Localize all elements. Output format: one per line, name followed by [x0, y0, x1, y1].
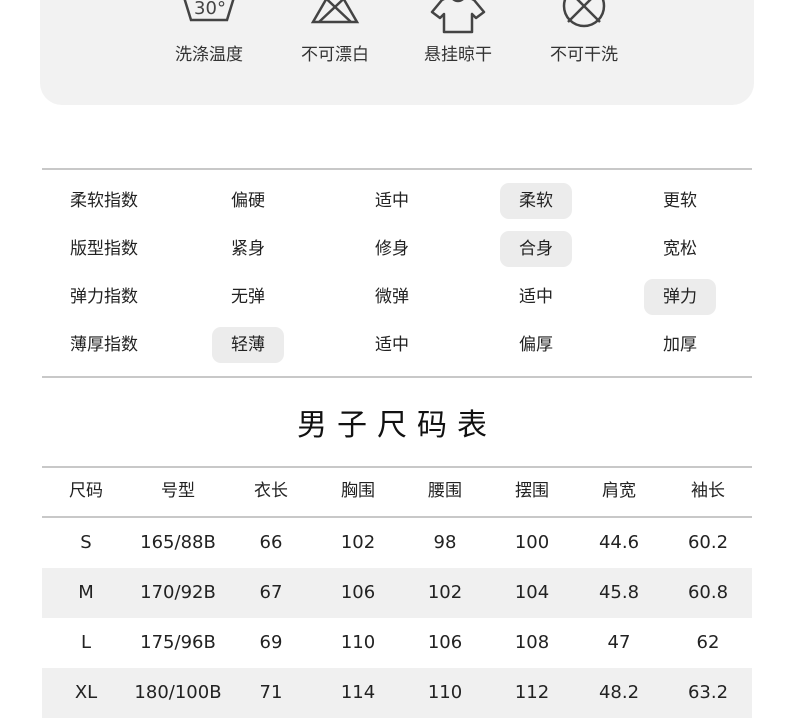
attribute-name: 版型指数 — [70, 239, 138, 259]
table-cell: 62 — [696, 632, 720, 653]
table-row: XL 180/100B 71 114 110 112 48.2 63.2 — [42, 668, 752, 718]
attribute-option: 偏硬 — [231, 191, 265, 211]
header-cell: 摆围 — [515, 481, 549, 501]
header-cell: 肩宽 — [602, 481, 636, 501]
size-table: 尺码 号型 衣长 胸围 腰围 摆围 肩宽 袖长 S 165/88B 66 102… — [42, 466, 752, 718]
care-label-wash: 洗涤温度 — [175, 45, 243, 65]
table-cell: 110 — [340, 632, 376, 653]
attribute-option: 加厚 — [663, 335, 697, 355]
attribute-option-selected: 轻薄 — [212, 327, 284, 363]
table-cell: 106 — [427, 632, 463, 653]
size-table-header: 尺码 号型 衣长 胸围 腰围 摆围 肩宽 袖长 — [42, 466, 752, 518]
table-cell: 102 — [427, 582, 463, 603]
attributes-bottom-rule — [42, 376, 752, 378]
table-row: L 175/96B 69 110 106 108 47 62 — [42, 618, 752, 668]
wash-temp-badge: 30° — [194, 0, 226, 19]
attribute-name: 薄厚指数 — [70, 335, 138, 355]
table-cell: 170/92B — [140, 582, 216, 603]
no-bleach-icon — [310, 0, 360, 24]
header-cell: 胸围 — [341, 481, 375, 501]
attribute-option: 适中 — [375, 191, 409, 211]
attribute-name: 柔软指数 — [70, 191, 138, 211]
table-cell: 69 — [259, 632, 283, 653]
table-cell: 104 — [514, 582, 550, 603]
care-label-no-bleach: 不可漂白 — [301, 45, 369, 65]
table-cell: XL — [74, 682, 98, 703]
header-cell: 尺码 — [69, 481, 103, 501]
attribute-row-thickness: 薄厚指数 轻薄 适中 偏厚 加厚 — [42, 326, 752, 366]
table-cell: 100 — [514, 532, 550, 553]
attribute-row-fit: 版型指数 紧身 修身 合身 宽松 — [42, 230, 752, 270]
attribute-option: 无弹 — [231, 287, 265, 307]
attribute-option-selected: 弹力 — [644, 279, 716, 315]
table-cell: 63.2 — [687, 682, 729, 703]
header-cell: 袖长 — [691, 481, 725, 501]
attribute-option-selected: 柔软 — [500, 183, 572, 219]
table-cell: 98 — [433, 532, 457, 553]
attribute-option: 偏厚 — [519, 335, 553, 355]
table-cell: 108 — [514, 632, 550, 653]
attribute-option: 适中 — [519, 287, 553, 307]
table-cell: 106 — [340, 582, 376, 603]
table-cell: 71 — [259, 682, 283, 703]
table-cell: 60.2 — [687, 532, 729, 553]
table-cell: L — [80, 632, 92, 653]
table-cell: 67 — [259, 582, 283, 603]
table-row: M 170/92B 67 106 102 104 45.8 60.8 — [42, 568, 752, 618]
table-cell: 112 — [514, 682, 550, 703]
care-label-hang-dry: 悬挂晾干 — [424, 45, 492, 65]
table-cell: 110 — [427, 682, 463, 703]
wash-30-icon: 30° — [183, 0, 235, 22]
care-label-no-dry-clean: 不可干洗 — [550, 45, 618, 65]
attribute-option: 适中 — [375, 335, 409, 355]
size-chart-title: 男子尺码表 — [297, 408, 497, 443]
no-dry-clean-icon — [562, 0, 606, 28]
table-cell: 175/96B — [140, 632, 216, 653]
table-cell: 66 — [259, 532, 283, 553]
table-cell: 180/100B — [134, 682, 222, 703]
header-cell: 腰围 — [428, 481, 462, 501]
attribute-row-elasticity: 弹力指数 无弹 微弹 适中 弹力 — [42, 278, 752, 318]
table-cell: 114 — [340, 682, 376, 703]
table-cell: 45.8 — [598, 582, 640, 603]
header-cell: 衣长 — [254, 481, 288, 501]
attribute-option-selected: 合身 — [500, 231, 572, 267]
attribute-option: 微弹 — [375, 287, 409, 307]
table-cell: M — [78, 582, 94, 603]
table-cell: 48.2 — [598, 682, 640, 703]
header-cell: 号型 — [161, 481, 195, 501]
attribute-option: 修身 — [375, 239, 409, 259]
table-cell: 44.6 — [598, 532, 640, 553]
table-cell: 102 — [340, 532, 376, 553]
table-row: S 165/88B 66 102 98 100 44.6 60.2 — [42, 518, 752, 568]
table-cell: 60.8 — [687, 582, 729, 603]
care-panel — [40, 0, 754, 105]
table-cell: S — [80, 532, 92, 553]
attribute-name: 弹力指数 — [70, 287, 138, 307]
hang-dry-icon — [430, 0, 486, 34]
attribute-row-softness: 柔软指数 偏硬 适中 柔软 更软 — [42, 182, 752, 222]
attribute-option: 更软 — [663, 191, 697, 211]
attributes-top-rule — [42, 168, 752, 170]
table-cell: 47 — [607, 632, 631, 653]
attribute-option: 紧身 — [231, 239, 265, 259]
attribute-option: 宽松 — [663, 239, 697, 259]
table-cell: 165/88B — [140, 532, 216, 553]
